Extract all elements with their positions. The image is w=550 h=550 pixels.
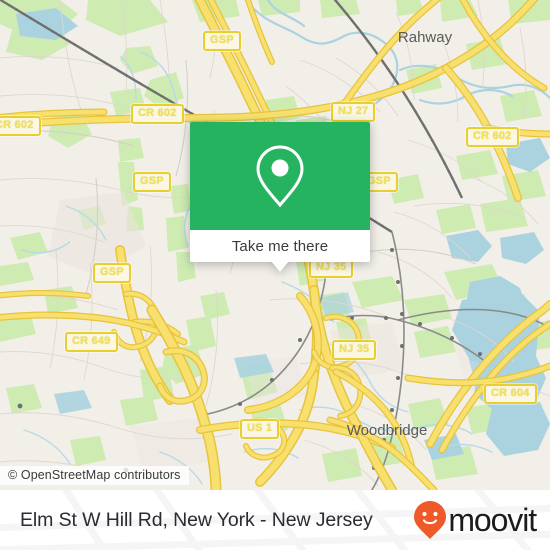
map-pin-icon [256, 145, 304, 208]
footer-bar: Elm St W Hill Rd, New York - New Jersey … [0, 490, 550, 550]
map-popup-card[interactable]: Take me there [190, 122, 370, 272]
popup-header [190, 122, 370, 230]
popup-pointer [271, 261, 289, 272]
page-title: Elm St W Hill Rd, New York - New Jersey [20, 508, 373, 531]
moovit-map-screenshot: .water { fill:#aad3df; } .stream { fill:… [0, 0, 550, 550]
moovit-logo[interactable]: moovit [413, 490, 537, 550]
moovit-wordmark: moovit [448, 502, 537, 538]
osm-attribution[interactable]: © OpenStreetMap contributors [0, 466, 189, 485]
place-label: Woodbridge [347, 422, 428, 439]
popup-footer[interactable]: Take me there [190, 230, 370, 262]
moovit-smiley-pin-icon [414, 501, 447, 539]
place-label: Rahway [398, 29, 453, 46]
take-me-there-label: Take me there [231, 237, 329, 255]
